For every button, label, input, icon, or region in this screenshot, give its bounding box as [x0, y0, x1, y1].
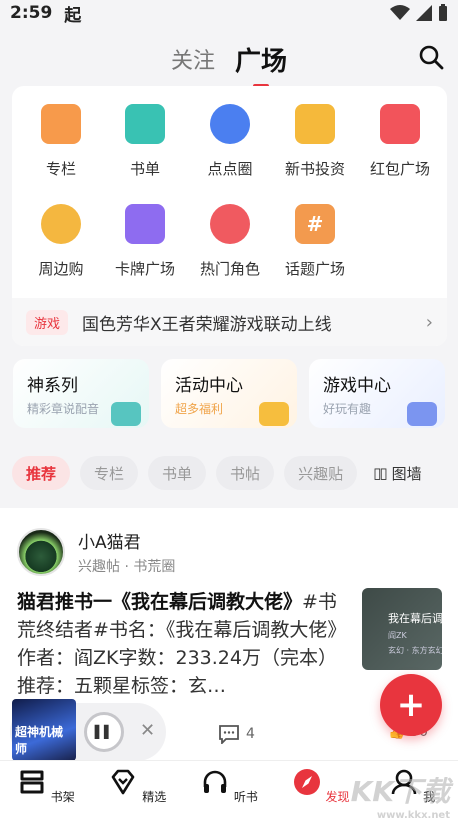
status-icons	[390, 4, 448, 22]
grid-item-cards[interactable]: 卡牌广场	[102, 204, 188, 279]
chip-image-wall-label: 图墙	[391, 464, 422, 483]
battery-icon	[439, 4, 447, 21]
grid-item-label: 话题广场	[284, 260, 345, 278]
nav-bookshelf[interactable]: 书架	[11, 767, 81, 805]
post-content: 猫君推书一《我在幕后调教大佬》#书荒终结者#书名：《我在幕后调教大佬》作者：阎Z…	[17, 588, 349, 700]
cover-title: 超神机械师	[15, 725, 64, 756]
grid-item-label: 周边购	[38, 260, 84, 278]
close-icon[interactable]: ✕	[140, 720, 155, 741]
booklist-icon	[125, 104, 165, 144]
grid-item-label: 专栏	[45, 160, 76, 178]
tab-follow[interactable]: 关注	[171, 43, 215, 75]
status-bar: 2:59 起	[0, 0, 458, 26]
filter-chips: 推荐 专栏 书单 书帖 兴趣贴 ▯▯ 图墙	[12, 456, 458, 490]
gift-icon	[259, 402, 289, 426]
plus-icon: +	[396, 685, 426, 725]
tab-square[interactable]: 广场	[235, 41, 287, 88]
trend-chart-icon	[295, 104, 335, 144]
nav-label: 听书	[233, 790, 258, 804]
fox-mascot-icon	[41, 204, 81, 244]
grid-item-label: 红包广场	[369, 160, 430, 178]
feature-title: 神系列	[27, 376, 78, 396]
grid-item-topics[interactable]: # 话题广场	[272, 204, 358, 279]
wifi-icon	[390, 5, 410, 20]
announcement-badge: 游戏	[26, 309, 69, 335]
pause-icon: ▌▌	[94, 725, 114, 739]
chip-image-wall[interactable]: ▯▯ 图墙	[367, 456, 428, 490]
robot-icon	[111, 402, 141, 426]
feature-card-game-center[interactable]: 游戏中心 好玩有趣	[309, 359, 445, 428]
post-title: 猫君推书一《我在幕后调教大佬》	[17, 591, 303, 613]
feature-title: 游戏中心	[323, 376, 391, 396]
grid-item-newbook-invest[interactable]: 新书投资	[272, 104, 358, 179]
grid-view-icon: ▯▯	[373, 464, 387, 482]
compass-icon	[293, 769, 320, 795]
bookshelf-icon	[20, 770, 44, 794]
site-watermark: KK下载 www.kkx.net	[351, 770, 450, 820]
post-meta: 兴趣帖 · 书荒圈	[78, 559, 176, 575]
chip-interest-post[interactable]: 兴趣贴	[284, 456, 358, 490]
post-author[interactable]: 小A猫君	[78, 528, 141, 553]
search-icon[interactable]	[418, 44, 444, 70]
post-book-thumbnail[interactable]: 我在幕后调 阎ZK 玄幻 · 东方玄幻	[362, 588, 442, 670]
feature-card-god-series[interactable]: 神系列 精彩章说配音	[13, 359, 149, 428]
nav-discover[interactable]: 发现	[286, 767, 356, 805]
nav-label: 精选	[142, 790, 167, 804]
chip-recommend[interactable]: 推荐	[12, 456, 71, 490]
chip-bookpost[interactable]: 书帖	[216, 456, 275, 490]
feature-card-activity-center[interactable]: 活动中心 超多福利	[161, 359, 297, 428]
grid-item-redpacket[interactable]: 红包广场	[357, 104, 443, 179]
thumb-title: 我在幕后调	[388, 612, 442, 625]
grid-item-booklist[interactable]: 书单	[102, 104, 188, 179]
gamepad-icon	[407, 402, 437, 426]
chevron-right-icon: ›	[425, 311, 433, 333]
comment-icon	[219, 725, 239, 744]
status-time: 2:59	[10, 3, 53, 23]
nav-featured[interactable]: 精选	[102, 767, 172, 805]
mini-audio-player[interactable]: 超神机械师 ▌▌ ✕	[10, 699, 166, 761]
announcement-text: 国色芳华X王者荣耀游戏联动上线	[82, 314, 332, 335]
hashtag-icon: #	[295, 204, 335, 244]
headphones-icon	[203, 770, 227, 793]
grid-item-column[interactable]: 专栏	[18, 104, 104, 179]
watermark-main: KK下载	[350, 775, 450, 808]
pause-button[interactable]: ▌▌	[84, 712, 124, 752]
planet-icon	[210, 104, 250, 144]
chip-booklist[interactable]: 书单	[148, 456, 207, 490]
thumb-genre: 玄幻 · 东方玄幻	[388, 646, 442, 655]
red-packet-icon	[380, 104, 420, 144]
grid-item-label: 卡牌广场	[114, 260, 175, 278]
top-navigation: 关注 广场	[0, 36, 458, 88]
comment-button[interactable]: 4	[218, 724, 255, 744]
thumb-author: 阎ZK	[388, 631, 407, 640]
character-mask-icon	[210, 204, 250, 244]
grid-item-label: 书单	[129, 160, 160, 178]
grid-item-merch[interactable]: 周边购	[18, 204, 104, 279]
grid-item-label: 新书投资	[284, 160, 345, 178]
create-post-button[interactable]: +	[380, 674, 442, 736]
announcement-bar[interactable]: 游戏 国色芳华X王者荣耀游戏联动上线 ›	[12, 298, 447, 346]
grid-item-dotcircle[interactable]: 点点圈	[187, 104, 273, 179]
nav-label: 书架	[50, 790, 75, 804]
card-icon	[125, 204, 165, 244]
nav-label: 发现	[325, 790, 350, 804]
nav-audiobooks[interactable]: 听书	[194, 767, 264, 805]
grid-item-hot-roles[interactable]: 热门角色	[187, 204, 273, 279]
avatar[interactable]	[17, 528, 65, 576]
comment-count: 4	[246, 726, 255, 742]
audiobook-cover[interactable]: 超神机械师	[12, 699, 76, 761]
diamond-icon	[112, 769, 135, 795]
chip-column[interactable]: 专栏	[80, 456, 139, 490]
app-notification-icon: 起	[64, 5, 82, 26]
feature-title: 活动中心	[175, 376, 243, 396]
watermark-url: www.kkx.net	[376, 810, 450, 820]
grid-item-label: 点点圈	[207, 160, 253, 178]
cell-signal-icon	[416, 5, 432, 21]
grid-item-label: 热门角色	[199, 260, 260, 278]
column-icon	[41, 104, 81, 144]
